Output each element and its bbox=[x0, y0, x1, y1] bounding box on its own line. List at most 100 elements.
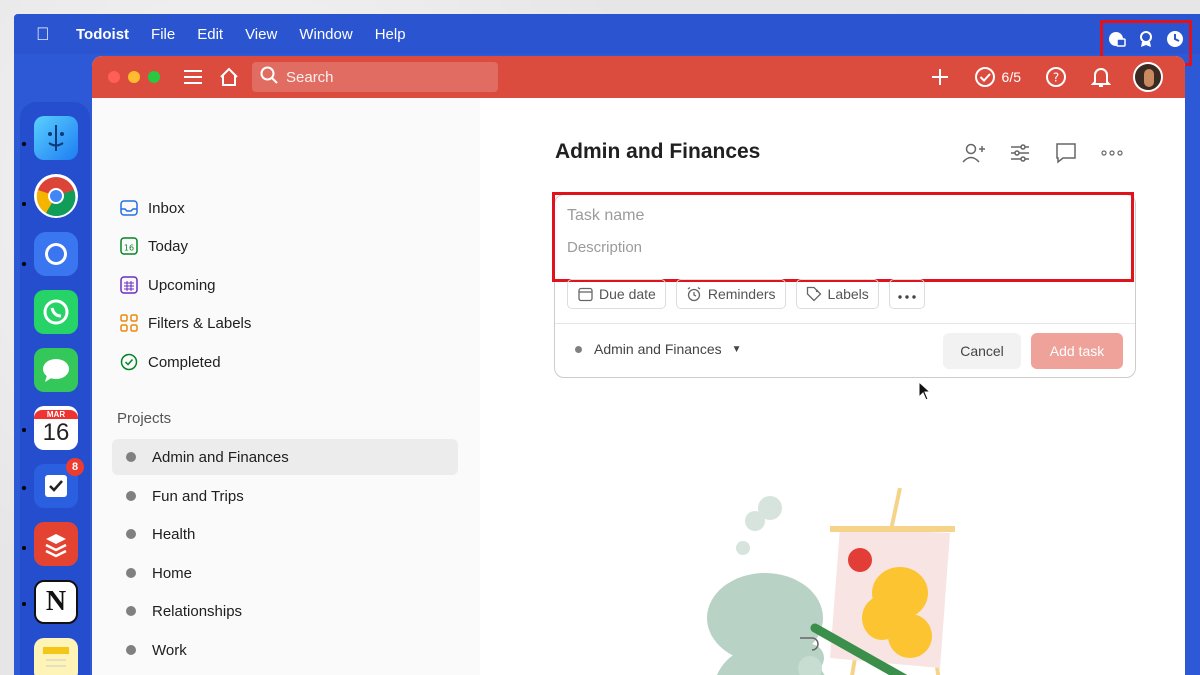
chrome-icon[interactable] bbox=[34, 174, 78, 218]
dock-running-dot bbox=[22, 202, 26, 206]
apple-icon[interactable]:  bbox=[36, 24, 62, 45]
menu-file[interactable]: File bbox=[151, 26, 175, 43]
reminders-button[interactable]: Reminders bbox=[675, 279, 786, 309]
sidebar-item-today[interactable]: 16 Today bbox=[120, 231, 188, 261]
more-task-options-button[interactable] bbox=[888, 279, 925, 309]
zoom-window-button[interactable] bbox=[148, 71, 160, 83]
task-options: Due date Reminders Labels bbox=[567, 279, 935, 309]
task-editor: Due date Reminders Labels bbox=[552, 192, 1136, 378]
sidebar-item-filters-labels[interactable]: Filters & Labels bbox=[120, 308, 251, 338]
window-controls bbox=[108, 71, 168, 83]
project-label: Relationships bbox=[152, 602, 243, 620]
close-window-button[interactable] bbox=[108, 71, 120, 83]
project-label: Admin and Finances bbox=[152, 448, 289, 466]
menu-help[interactable]: Help bbox=[375, 26, 406, 43]
user-avatar[interactable] bbox=[1133, 62, 1163, 92]
dock-running-dot bbox=[22, 602, 26, 606]
project-admin-and-finances[interactable]: Admin and Finances bbox=[112, 439, 458, 475]
more-options-icon[interactable] bbox=[1099, 140, 1125, 166]
sidebar-item-inbox[interactable]: Inbox bbox=[120, 193, 185, 223]
task-description-input[interactable] bbox=[567, 239, 1107, 256]
share-add-person-icon[interactable] bbox=[961, 140, 987, 166]
projects-heading[interactable]: Projects bbox=[117, 410, 171, 427]
menu-hamburger-icon[interactable] bbox=[182, 66, 204, 88]
productivity-check-icon bbox=[974, 67, 995, 87]
more-dots-icon bbox=[898, 286, 916, 302]
tray-lock-icon[interactable] bbox=[1107, 29, 1127, 49]
sidebar-item-upcoming[interactable]: Upcoming bbox=[120, 270, 216, 300]
project-fun-and-trips[interactable]: Fun and Trips bbox=[112, 478, 458, 514]
task-name-input[interactable] bbox=[567, 207, 1107, 225]
labels-button[interactable]: Labels bbox=[795, 279, 879, 309]
finder-icon[interactable] bbox=[34, 116, 78, 160]
top-bar: 6/5 ? bbox=[92, 56, 1185, 98]
sidebar-item-completed[interactable]: Completed bbox=[120, 347, 221, 377]
productivity-button[interactable]: 6/5 bbox=[974, 66, 1021, 88]
svg-text:16: 16 bbox=[124, 244, 134, 253]
messages-icon[interactable] bbox=[34, 348, 78, 392]
sidebar-item-label: Completed bbox=[148, 353, 221, 371]
dock-running-dot bbox=[22, 262, 26, 266]
editor-divider bbox=[555, 323, 1135, 324]
dock-running-dot bbox=[22, 142, 26, 146]
project-label: Work bbox=[152, 641, 187, 659]
todoist-dock-icon[interactable] bbox=[34, 522, 78, 566]
sidebar-item-label: Inbox bbox=[148, 199, 185, 217]
calendar-icon[interactable]: MAR 16 bbox=[34, 406, 78, 450]
help-icon[interactable]: ? bbox=[1045, 66, 1067, 88]
search-input[interactable] bbox=[286, 68, 486, 86]
project-health[interactable]: Health bbox=[112, 516, 458, 552]
menu-edit[interactable]: Edit bbox=[197, 26, 223, 43]
project-color-dot bbox=[126, 606, 136, 616]
view-settings-icon[interactable] bbox=[1007, 140, 1033, 166]
check-circle-icon bbox=[120, 353, 138, 371]
alarm-clock-icon bbox=[686, 286, 702, 302]
project-color-dot bbox=[126, 645, 136, 655]
dock: MAR 16 8 N bbox=[20, 102, 90, 675]
tasks-badge: 8 bbox=[66, 458, 84, 476]
notes-icon[interactable] bbox=[34, 638, 78, 675]
menu-view[interactable]: View bbox=[245, 26, 277, 43]
project-color-dot bbox=[126, 452, 136, 462]
labels-label: Labels bbox=[827, 286, 869, 302]
due-date-label: Due date bbox=[599, 286, 656, 302]
project-color-dot bbox=[126, 568, 136, 578]
add-task-button[interactable]: Add task bbox=[1031, 333, 1123, 369]
dock-running-dot bbox=[22, 546, 26, 550]
task-fields-highlight bbox=[552, 192, 1134, 282]
notion-icon[interactable]: N bbox=[34, 580, 78, 624]
dock-running-dot bbox=[22, 428, 26, 432]
project-picker[interactable]: Admin and Finances ▼ bbox=[575, 341, 742, 357]
tray-badge-icon[interactable] bbox=[1136, 29, 1156, 49]
chevron-down-icon: ▼ bbox=[731, 343, 742, 355]
svg-text:?: ? bbox=[1053, 71, 1059, 85]
quick-add-icon[interactable] bbox=[930, 67, 950, 87]
search-box[interactable] bbox=[252, 62, 498, 92]
project-home[interactable]: Home bbox=[112, 555, 458, 591]
inbox-icon bbox=[120, 199, 138, 217]
top-bar-actions: 6/5 ? bbox=[906, 56, 1163, 98]
minimize-window-button[interactable] bbox=[128, 71, 140, 83]
sidebar-item-label: Today bbox=[148, 237, 189, 255]
sidebar: Inbox 16 Today Upcoming Filters & Labels bbox=[92, 98, 480, 675]
whatsapp-icon[interactable] bbox=[34, 290, 78, 334]
project-work[interactable]: Work bbox=[112, 632, 458, 668]
comments-icon[interactable] bbox=[1053, 140, 1079, 166]
home-icon[interactable] bbox=[218, 66, 240, 88]
tasks-app-icon[interactable]: 8 bbox=[34, 458, 84, 508]
due-date-button[interactable]: Due date bbox=[567, 279, 666, 309]
project-relationships[interactable]: Relationships bbox=[112, 593, 458, 629]
menu-window[interactable]: Window bbox=[299, 26, 352, 43]
cancel-button[interactable]: Cancel bbox=[943, 333, 1021, 369]
signal-icon[interactable] bbox=[34, 232, 78, 276]
menu-bar:  Todoist File Edit View Window Help bbox=[14, 14, 1200, 66]
tray-clock-icon[interactable] bbox=[1165, 29, 1185, 49]
notifications-bell-icon[interactable] bbox=[1091, 66, 1111, 88]
todoist-window: 6/5 ? Inbox 16 bbox=[92, 56, 1185, 675]
main-content: Admin and Finances Task name Description… bbox=[480, 98, 1185, 675]
productivity-count: 6/5 bbox=[1001, 69, 1021, 85]
menu-app-name[interactable]: Todoist bbox=[76, 26, 129, 43]
tag-icon bbox=[806, 286, 822, 302]
project-label: Home bbox=[152, 564, 193, 582]
project-color-dot bbox=[126, 491, 136, 501]
